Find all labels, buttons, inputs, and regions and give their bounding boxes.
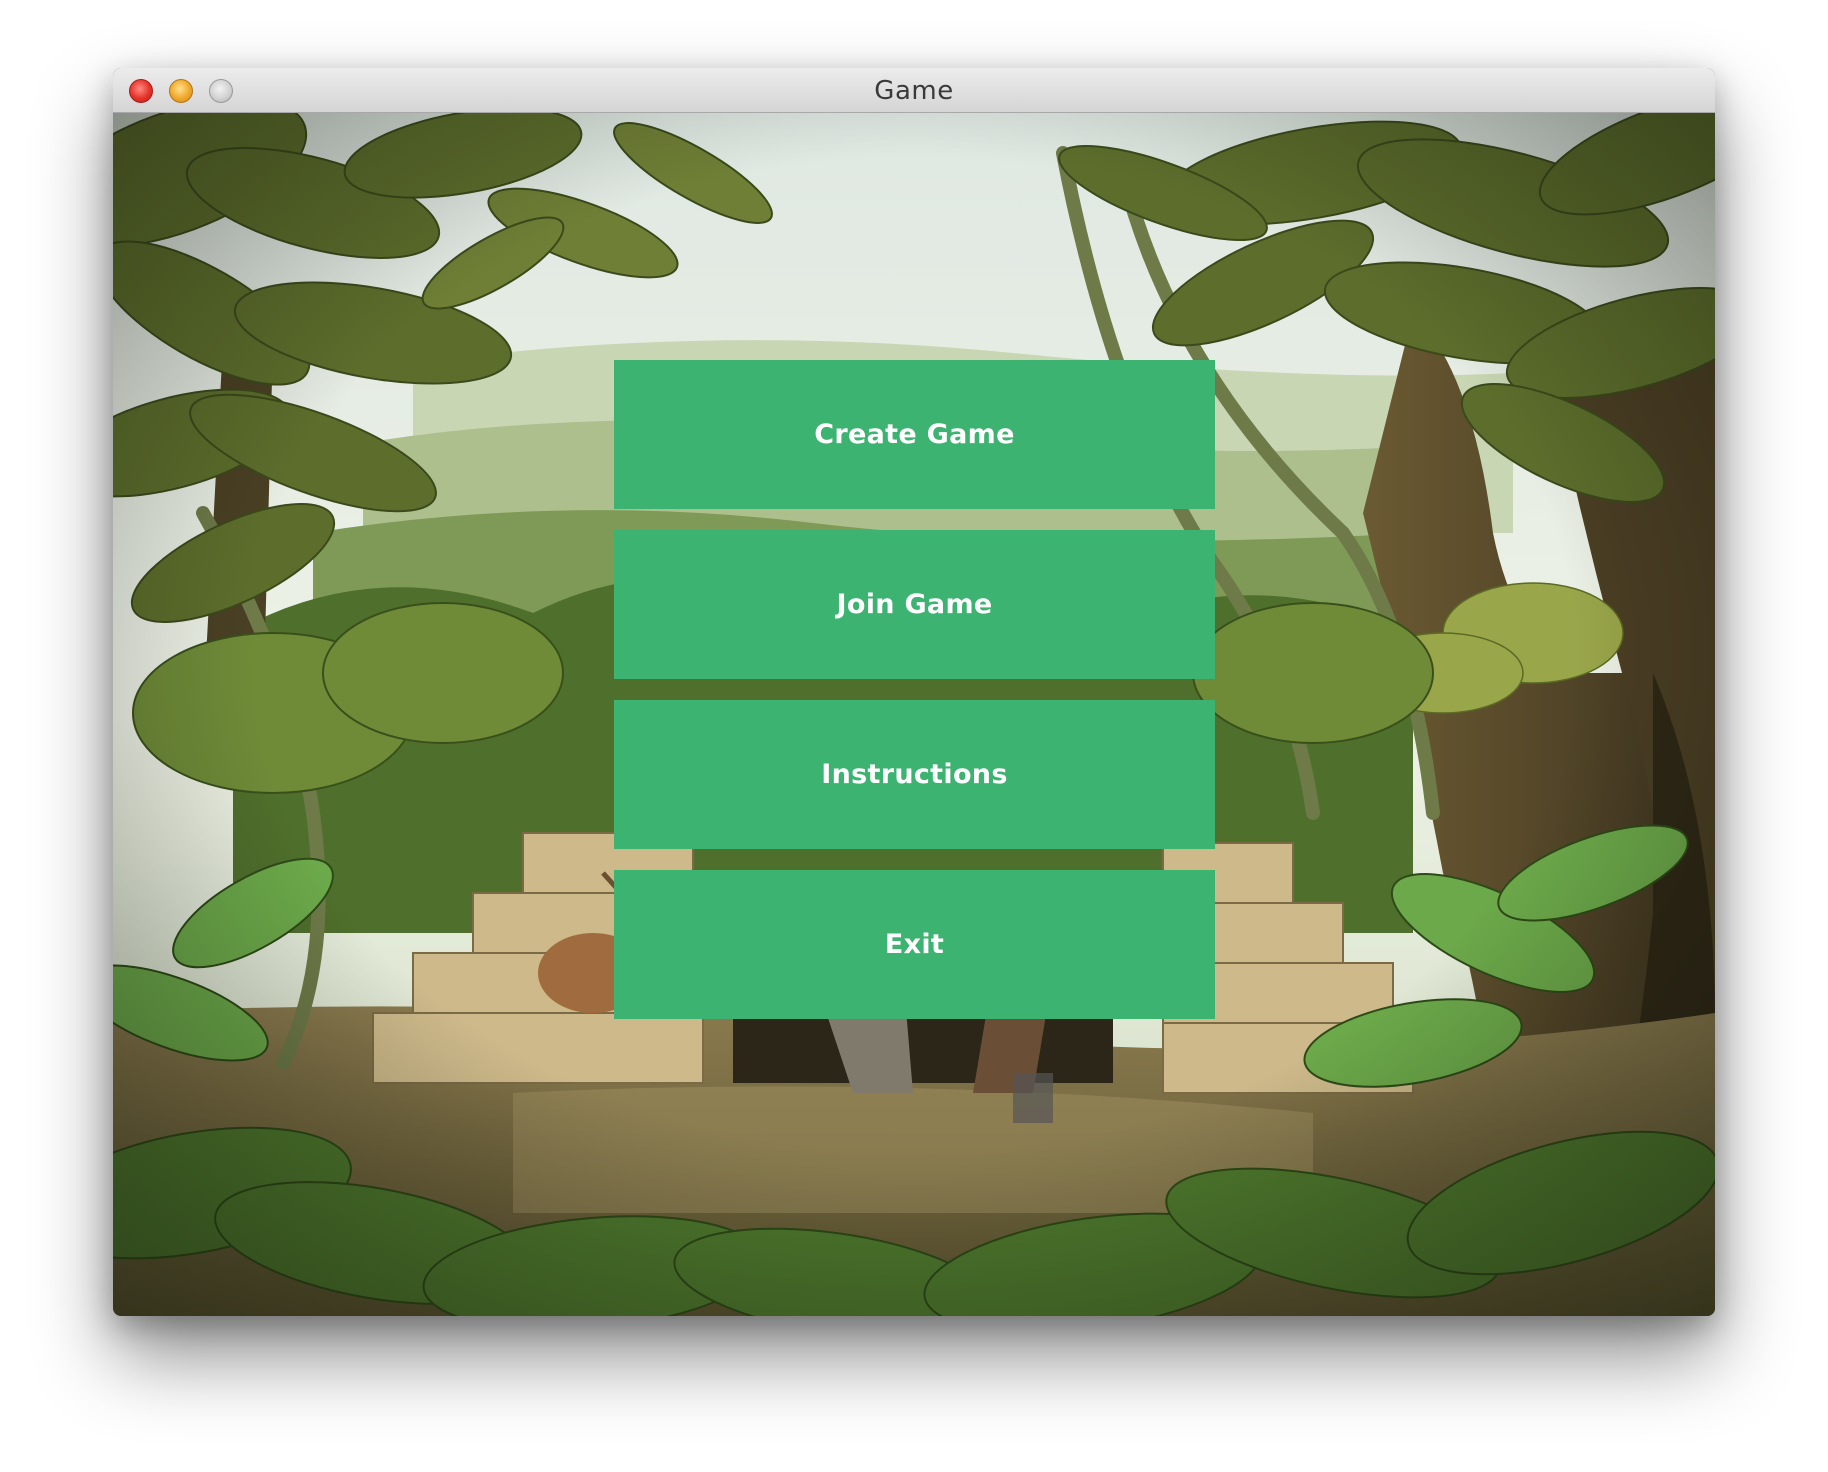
- instructions-button[interactable]: Instructions: [614, 700, 1215, 849]
- title-bar[interactable]: Game: [113, 68, 1715, 113]
- window-title: Game: [874, 76, 954, 106]
- exit-button[interactable]: Exit: [614, 870, 1215, 1019]
- game-window: Game Create Game Join Game Instructions …: [113, 68, 1715, 1316]
- create-game-button[interactable]: Create Game: [614, 360, 1215, 509]
- join-game-button[interactable]: Join Game: [614, 530, 1215, 679]
